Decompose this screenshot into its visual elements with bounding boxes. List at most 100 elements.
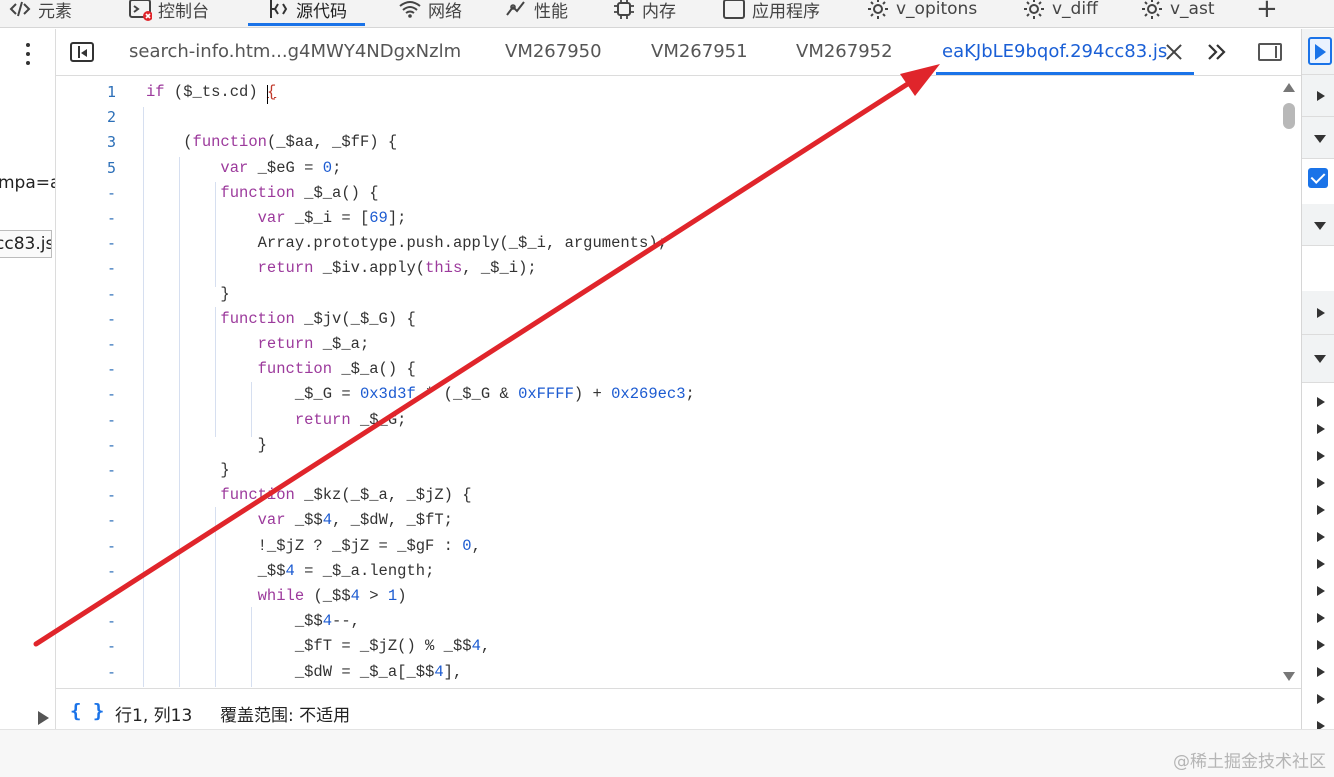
line-number[interactable]: - bbox=[56, 562, 116, 580]
play-icon[interactable] bbox=[38, 711, 49, 725]
tab-v-diff[interactable]: v_diff bbox=[1022, 0, 1098, 27]
expand-arrow-icon[interactable] bbox=[1317, 505, 1325, 515]
pause-on-exceptions-checkbox[interactable] bbox=[1308, 168, 1328, 188]
tab-sources[interactable]: 源代码 bbox=[248, 0, 365, 27]
line-number[interactable]: - bbox=[56, 637, 116, 655]
editor-tab-vm267950[interactable]: VM267950 bbox=[505, 29, 602, 75]
line-number[interactable]: - bbox=[56, 234, 116, 252]
expand-arrow-icon[interactable] bbox=[1317, 532, 1325, 542]
scroll-down-arrow-icon[interactable] bbox=[1283, 672, 1295, 681]
expand-arrow-icon[interactable] bbox=[1317, 586, 1325, 596]
scroll-thumb[interactable] bbox=[1283, 103, 1295, 129]
line-number[interactable]: - bbox=[56, 259, 116, 277]
indent-guide bbox=[215, 507, 216, 687]
code-brackets-icon bbox=[8, 0, 32, 21]
code-line: if ($_ts.cd) { bbox=[146, 83, 277, 101]
coverage-status: 覆盖范围: 不适用 bbox=[220, 706, 351, 726]
debugger-section-row[interactable] bbox=[1302, 204, 1334, 246]
line-number[interactable]: - bbox=[56, 310, 116, 328]
line-number[interactable]: - bbox=[56, 285, 116, 303]
indent-guide bbox=[179, 157, 180, 687]
expand-arrow-icon[interactable] bbox=[1317, 424, 1325, 434]
expand-arrow-icon[interactable] bbox=[1317, 451, 1325, 461]
editor-tab-vm267951[interactable]: VM267951 bbox=[651, 29, 748, 75]
debugger-sidebar bbox=[1301, 29, 1334, 729]
expand-arrow-icon[interactable] bbox=[1317, 397, 1325, 407]
line-number[interactable]: - bbox=[56, 411, 116, 429]
line-number[interactable]: 5 bbox=[56, 159, 116, 177]
navigator-panel: mpa=a cc83.js bbox=[0, 29, 56, 729]
expand-arrow-icon[interactable] bbox=[1317, 478, 1325, 488]
tab-console[interactable]: 控制台 bbox=[128, 0, 209, 27]
chevron-down-icon bbox=[1314, 135, 1326, 143]
chevron-right-icon bbox=[1317, 91, 1325, 101]
tab-application[interactable]: 应用程序 bbox=[722, 0, 820, 27]
wifi-icon bbox=[398, 0, 422, 21]
close-icon[interactable] bbox=[1164, 42, 1184, 62]
gear-icon bbox=[866, 0, 890, 21]
expand-arrow-icon[interactable] bbox=[1317, 613, 1325, 623]
tab-label: v_opitons bbox=[896, 0, 978, 19]
code-line: var _$_i = [69]; bbox=[257, 209, 407, 227]
code-line: } bbox=[146, 461, 230, 479]
add-tab-button[interactable]: + bbox=[1256, 0, 1278, 27]
line-number[interactable]: - bbox=[56, 385, 116, 403]
line-number[interactable]: 3 bbox=[56, 133, 116, 151]
code-line: Array.prototype.push.apply(_$_i, argumen… bbox=[146, 234, 667, 253]
editor-tab-active-file[interactable]: eaKJbLE9bqof.294cc83.js bbox=[942, 29, 1167, 75]
expand-arrow-icon[interactable] bbox=[1317, 640, 1325, 650]
tab-elements[interactable]: 元素 bbox=[8, 0, 72, 27]
editor-tab-vm267952[interactable]: VM267952 bbox=[796, 29, 893, 75]
expand-arrow-icon[interactable] bbox=[1317, 721, 1325, 729]
debugger-section-row[interactable] bbox=[1302, 291, 1334, 335]
line-number[interactable]: - bbox=[56, 209, 116, 227]
navigator-selected-file[interactable]: cc83.js bbox=[0, 230, 52, 258]
expand-arrow-icon[interactable] bbox=[1317, 559, 1325, 569]
line-number[interactable]: - bbox=[56, 663, 116, 681]
line-number[interactable]: - bbox=[56, 612, 116, 630]
resume-icon[interactable] bbox=[1308, 37, 1332, 65]
debugger-section-row[interactable] bbox=[1302, 117, 1334, 159]
chevron-down-icon bbox=[1314, 355, 1326, 363]
watermark-text: @稀土掘金技术社区 bbox=[1173, 752, 1326, 772]
line-number[interactable]: - bbox=[56, 436, 116, 454]
line-number-gutter: 1 2 3 5 - - - - - - - - - - - - - - - - - - - - bbox=[56, 77, 136, 687]
more-options-icon[interactable] bbox=[18, 41, 38, 67]
gear-icon bbox=[1140, 0, 1164, 21]
line-number[interactable]: - bbox=[56, 184, 116, 202]
editor-tab-search-info[interactable]: search-info.htm...g4MWY4NDgxNzlm bbox=[129, 29, 461, 75]
indent-guide bbox=[251, 382, 252, 437]
debugger-section-row[interactable] bbox=[1302, 75, 1334, 117]
debugger-section-row[interactable] bbox=[1302, 335, 1334, 383]
line-number[interactable]: 1 bbox=[56, 83, 116, 101]
scroll-up-arrow-icon[interactable] bbox=[1283, 83, 1295, 92]
line-number[interactable]: - bbox=[56, 486, 116, 504]
expand-arrow-icon[interactable] bbox=[1317, 667, 1325, 677]
chevron-right-icon bbox=[1317, 308, 1325, 318]
tab-v-ast[interactable]: v_ast bbox=[1140, 0, 1215, 27]
indent-guide bbox=[143, 107, 144, 687]
tab-v-opitons[interactable]: v_opitons bbox=[866, 0, 977, 27]
toggle-debugger-icon[interactable] bbox=[1258, 43, 1282, 61]
toggle-navigator-icon[interactable] bbox=[70, 42, 94, 62]
text-cursor bbox=[267, 85, 268, 104]
code-editor[interactable]: 1235-------------------- if ($_ts.cd) { … bbox=[56, 77, 1301, 687]
editor-scrollbar[interactable] bbox=[1278, 77, 1300, 687]
pretty-print-button[interactable]: { } bbox=[70, 700, 104, 722]
line-number[interactable]: - bbox=[56, 587, 116, 605]
tab-memory[interactable]: 内存 bbox=[612, 0, 676, 27]
line-number[interactable]: - bbox=[56, 461, 116, 479]
editor-tab-bar: search-info.htm...g4MWY4NDgxNzlm VM26795… bbox=[56, 29, 1301, 76]
tab-performance[interactable]: 性能 bbox=[504, 0, 568, 27]
tab-label: 应用程序 bbox=[752, 1, 820, 22]
tab-network[interactable]: 网络 bbox=[398, 0, 462, 27]
line-number[interactable]: - bbox=[56, 511, 116, 529]
expand-arrow-icon[interactable] bbox=[1317, 694, 1325, 704]
line-number[interactable]: - bbox=[56, 537, 116, 555]
chevron-double-right-icon[interactable] bbox=[1204, 40, 1230, 64]
tab-label: 性能 bbox=[534, 1, 568, 22]
line-number[interactable]: - bbox=[56, 335, 116, 353]
line-number[interactable]: 2 bbox=[56, 108, 116, 126]
code-line: } bbox=[146, 435, 267, 454]
line-number[interactable]: - bbox=[56, 360, 116, 378]
